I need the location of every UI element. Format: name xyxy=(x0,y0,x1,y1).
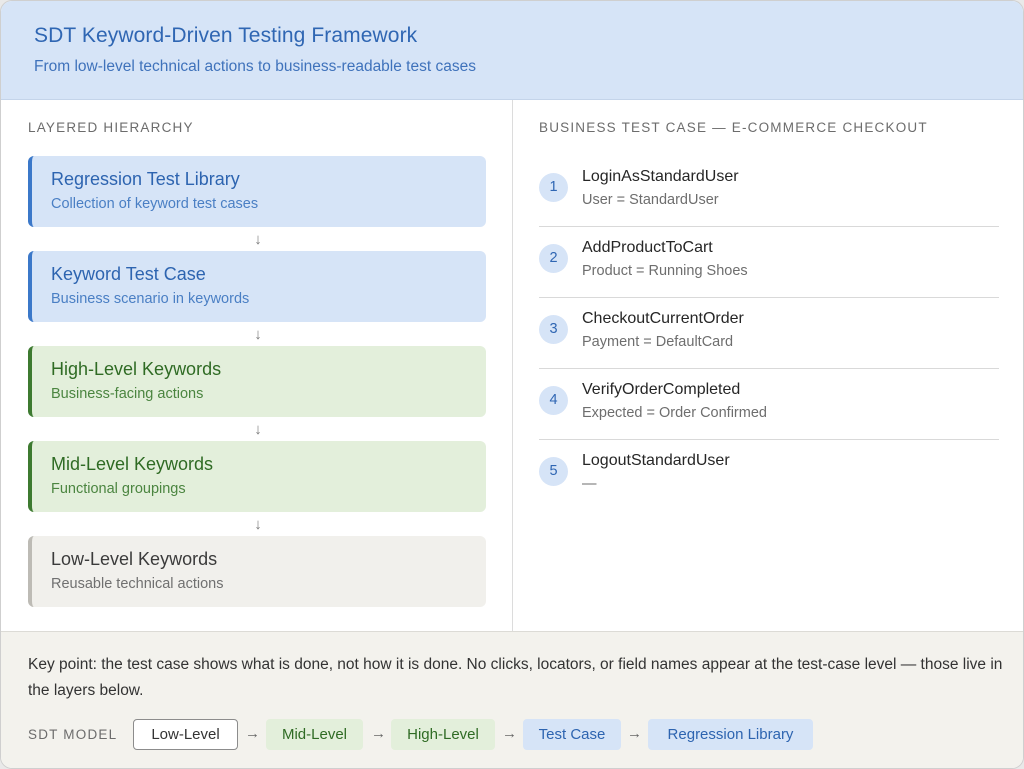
sdt-model-label: SDT MODEL xyxy=(28,727,118,742)
header-banner: SDT Keyword-Driven Testing Framework Fro… xyxy=(1,1,1023,100)
step-keyword: LogoutStandardUser xyxy=(582,452,730,469)
model-chip-low-level: Low-Level xyxy=(133,719,238,750)
right-arrow-icon: → xyxy=(371,725,386,742)
test-step: 5 LogoutStandardUser — xyxy=(539,440,999,511)
layer-title: Keyword Test Case xyxy=(51,264,206,284)
layered-hierarchy-panel: LAYERED HIERARCHY Regression Test Librar… xyxy=(1,100,512,631)
step-number-badge: 1 xyxy=(539,173,568,202)
layer-mid-level-keywords: Mid-Level Keywords Functional groupings xyxy=(28,441,486,512)
diagram-frame: SDT Keyword-Driven Testing Framework Fro… xyxy=(0,0,1024,769)
layer-low-level-keywords: Low-Level Keywords Reusable technical ac… xyxy=(28,536,486,607)
step-keyword: AddProductToCart xyxy=(582,239,713,256)
step-number-badge: 2 xyxy=(539,244,568,273)
step-parameter: Expected = Order Confirmed xyxy=(582,405,767,421)
layer-subtitle: Reusable technical actions xyxy=(51,576,224,592)
layer-keyword-test-case: Keyword Test Case Business scenario in k… xyxy=(28,251,486,322)
layer-title: Mid-Level Keywords xyxy=(51,454,214,474)
step-keyword: CheckoutCurrentOrder xyxy=(582,310,744,327)
step-keyword: LoginAsStandardUser xyxy=(582,168,739,185)
layer-title: Low-Level Keywords xyxy=(51,549,218,569)
model-chip-regression-library: Regression Library xyxy=(648,719,813,750)
down-arrow-icon: ↓ xyxy=(254,231,262,248)
business-test-case-panel: BUSINESS TEST CASE — E-COMMERCE CHECKOUT… xyxy=(512,100,1023,631)
test-step: 3 CheckoutCurrentOrder Payment = Default… xyxy=(539,298,999,369)
down-arrow-icon: ↓ xyxy=(254,516,262,533)
page-subtitle: From low-level technical actions to busi… xyxy=(34,58,476,75)
layer-high-level-keywords: High-Level Keywords Business-facing acti… xyxy=(28,346,486,417)
step-number-badge: 4 xyxy=(539,386,568,415)
layer-subtitle: Business-facing actions xyxy=(51,386,204,402)
model-chip-test-case: Test Case xyxy=(523,719,621,750)
step-parameter: Payment = DefaultCard xyxy=(582,334,734,350)
right-arrow-icon: → xyxy=(502,725,517,742)
model-chip-mid-level: Mid-Level xyxy=(266,719,363,750)
step-number-badge: 5 xyxy=(539,457,568,486)
step-keyword: VerifyOrderCompleted xyxy=(582,381,741,398)
key-point-footer: Key point: the test case shows what is d… xyxy=(1,631,1023,768)
step-number-badge: 3 xyxy=(539,315,568,344)
layer-subtitle: Business scenario in keywords xyxy=(51,291,250,307)
test-step: 2 AddProductToCart Product = Running Sho… xyxy=(539,227,999,298)
layer-title: High-Level Keywords xyxy=(51,359,222,379)
test-case-section-label: BUSINESS TEST CASE — E-COMMERCE CHECKOUT xyxy=(539,120,928,135)
test-step: 1 LoginAsStandardUser User = StandardUse… xyxy=(539,156,999,227)
down-arrow-icon: ↓ xyxy=(254,326,262,343)
layer-subtitle: Collection of keyword test cases xyxy=(51,196,259,212)
key-point-text: Key point: the test case shows what is d… xyxy=(28,656,1003,699)
right-arrow-icon: → xyxy=(627,725,642,742)
test-step: 4 VerifyOrderCompleted Expected = Order … xyxy=(539,369,999,440)
right-arrow-icon: → xyxy=(245,725,260,742)
down-arrow-icon: ↓ xyxy=(254,421,262,438)
layer-subtitle: Functional groupings xyxy=(51,481,186,497)
layer-regression-test-library: Regression Test Library Collection of ke… xyxy=(28,156,486,227)
step-parameter: — xyxy=(582,476,597,492)
page-title: SDT Keyword-Driven Testing Framework xyxy=(34,24,418,47)
model-chip-high-level: High-Level xyxy=(391,719,495,750)
step-parameter: Product = Running Shoes xyxy=(582,263,748,279)
hierarchy-section-label: LAYERED HIERARCHY xyxy=(28,120,194,135)
step-parameter: User = StandardUser xyxy=(582,192,719,208)
layer-title: Regression Test Library xyxy=(51,169,240,189)
